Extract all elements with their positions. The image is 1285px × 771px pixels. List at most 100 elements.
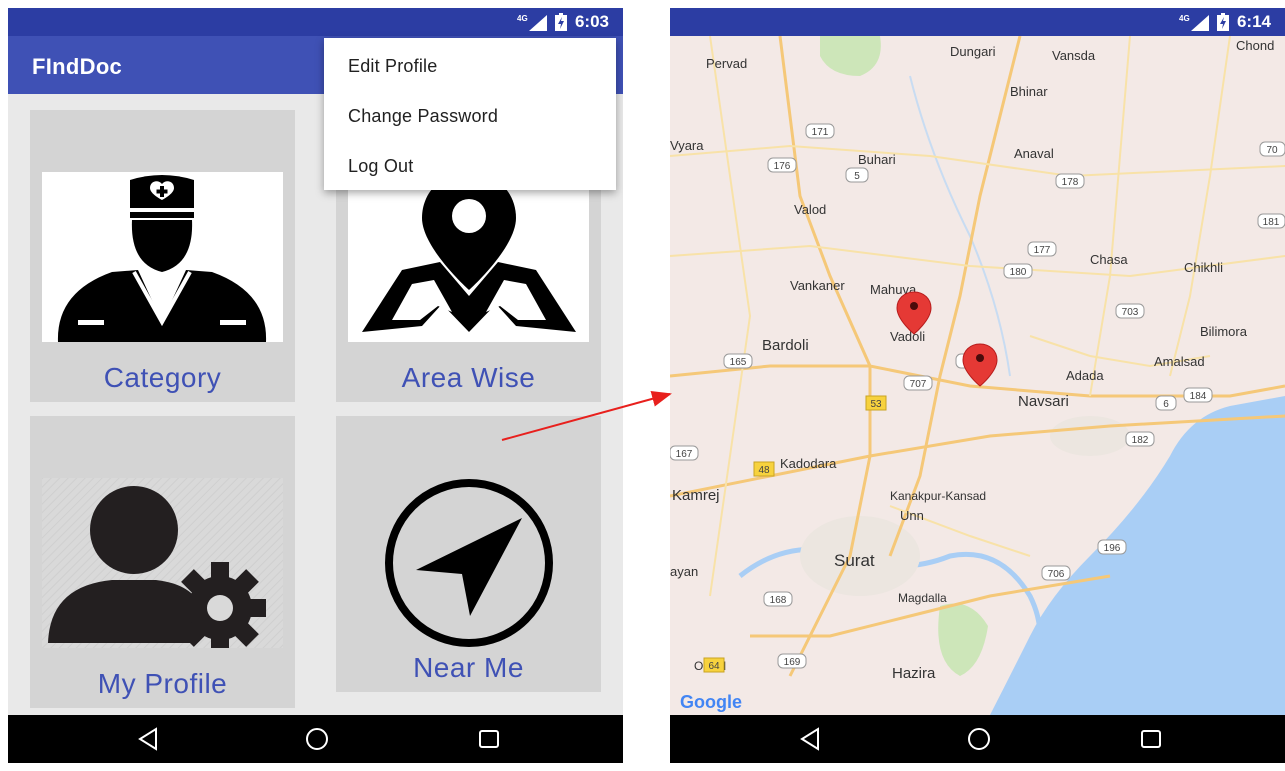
doctor-icon — [42, 172, 283, 342]
place-label: Buhari — [858, 152, 896, 167]
road-shield: 182 — [1125, 431, 1155, 447]
road-shield: 181 — [1257, 213, 1285, 229]
map-view[interactable]: Pervad Dungari Vansda Chond Bhinar Vyara… — [670, 36, 1285, 715]
road-shield: 5 — [845, 167, 869, 183]
road-shield: 6 — [1155, 395, 1177, 411]
road-shield: 48 — [753, 461, 775, 477]
road-shield: 165 — [723, 353, 753, 369]
road-shield: 178 — [1055, 173, 1085, 189]
svg-text:178: 178 — [1062, 177, 1079, 188]
place-label: Kamrej — [672, 487, 720, 504]
recent-apps-icon[interactable] — [476, 726, 502, 752]
svg-text:168: 168 — [770, 595, 787, 606]
road-shield: 171 — [805, 123, 835, 139]
place-label: Pervad — [706, 56, 747, 71]
battery-charging-icon — [554, 13, 567, 31]
place-label: Bhinar — [1010, 84, 1048, 99]
place-label: Anaval — [1014, 146, 1054, 161]
place-label: Hazira — [892, 665, 936, 682]
road-shield: 177 — [1027, 241, 1057, 257]
place-label: Valod — [794, 202, 826, 217]
place-label: Chasa — [1090, 252, 1128, 267]
menu-item-change-password[interactable]: Change Password — [348, 106, 498, 127]
status-time: 6:14 — [1236, 12, 1271, 31]
place-label: Vankaner — [790, 278, 845, 293]
svg-text:177: 177 — [1034, 245, 1051, 256]
my-profile-tile[interactable]: My Profile — [30, 416, 295, 708]
google-logo: Google — [680, 692, 742, 712]
menu-item-edit-profile[interactable]: Edit Profile — [348, 56, 437, 77]
place-label: Chond — [1236, 38, 1274, 53]
place-label: Dungari — [950, 44, 996, 59]
road-shield: 70 — [1259, 141, 1285, 157]
place-label: Magdalla — [898, 591, 947, 605]
place-label: Bilimora — [1200, 324, 1248, 339]
road-shield: 706 — [1041, 565, 1071, 581]
user-settings-icon — [42, 478, 283, 648]
app-title: FIndDoc — [32, 54, 123, 79]
svg-text:4G: 4G — [517, 14, 528, 23]
svg-text:184: 184 — [1190, 391, 1207, 402]
place-label: Adada — [1066, 368, 1104, 383]
svg-text:706: 706 — [1048, 569, 1065, 580]
svg-text:70: 70 — [1266, 145, 1278, 156]
svg-text:165: 165 — [730, 357, 747, 368]
road-shield: 167 — [670, 445, 699, 461]
battery-charging-icon — [1216, 13, 1229, 31]
menu-item-log-out[interactable]: Log Out — [348, 156, 413, 177]
road-shield: 168 — [763, 591, 793, 607]
svg-text:167: 167 — [676, 449, 693, 460]
place-label: Kadodara — [780, 456, 837, 471]
svg-text:169: 169 — [784, 657, 801, 668]
road-shield: 176 — [767, 157, 797, 173]
svg-text:171: 171 — [812, 127, 829, 138]
place-label: Kanakpur-Kansad — [890, 489, 986, 503]
navigation-bar — [8, 715, 623, 763]
overflow-menu: Edit Profile Change Password Log Out — [324, 38, 616, 190]
place-label: Vyara — [670, 138, 704, 153]
category-tile[interactable]: Category — [30, 110, 295, 402]
back-icon[interactable] — [136, 726, 162, 752]
status-time: 6:03 — [574, 12, 609, 31]
category-label: Category — [103, 362, 222, 393]
navigation-compass-icon — [385, 479, 553, 647]
signal-4g-icon: 4G — [517, 14, 547, 31]
svg-text:176: 176 — [774, 161, 791, 172]
place-label: ayan — [670, 564, 698, 579]
road-shield: 703 — [1115, 303, 1145, 319]
recent-apps-icon[interactable] — [1138, 726, 1164, 752]
place-label: Unn — [900, 508, 924, 523]
back-icon[interactable] — [798, 726, 824, 752]
findoc-home-screen: 4G 6:03 FIndDoc Category Area Wise My Pr… — [8, 8, 623, 763]
svg-text:53: 53 — [870, 399, 882, 410]
area-wise-label: Area Wise — [401, 362, 536, 393]
home-icon[interactable] — [304, 726, 330, 752]
svg-text:48: 48 — [758, 465, 770, 476]
svg-text:4G: 4G — [1179, 14, 1190, 23]
place-label: Vadoli — [890, 329, 925, 344]
svg-text:196: 196 — [1104, 543, 1121, 554]
road-shield: 64 — [703, 657, 725, 673]
svg-text:181: 181 — [1263, 217, 1280, 228]
place-label: Amalsad — [1154, 354, 1205, 369]
road-shield: 196 — [1097, 539, 1127, 555]
map-pin-icon — [348, 172, 589, 342]
svg-text:180: 180 — [1010, 267, 1027, 278]
road-shield: 707 — [903, 375, 933, 391]
road-shield: 180 — [1003, 263, 1033, 279]
home-icon[interactable] — [966, 726, 992, 752]
near-me-tile[interactable]: Near Me — [336, 416, 601, 692]
svg-text:6: 6 — [1163, 399, 1169, 410]
road-shield: 53 — [865, 395, 887, 411]
my-profile-label: My Profile — [97, 668, 228, 699]
svg-text:5: 5 — [854, 171, 860, 182]
place-label: Vansda — [1052, 48, 1096, 63]
place-label: Navsari — [1018, 393, 1069, 410]
svg-text:182: 182 — [1132, 435, 1149, 446]
status-bar: 4G 6:03 — [8, 8, 623, 36]
near-me-label: Near Me — [413, 652, 524, 683]
navigation-bar — [670, 715, 1285, 763]
place-label: Surat — [834, 551, 875, 570]
road-shield: 169 — [777, 653, 807, 669]
place-label: Bardoli — [762, 337, 809, 354]
